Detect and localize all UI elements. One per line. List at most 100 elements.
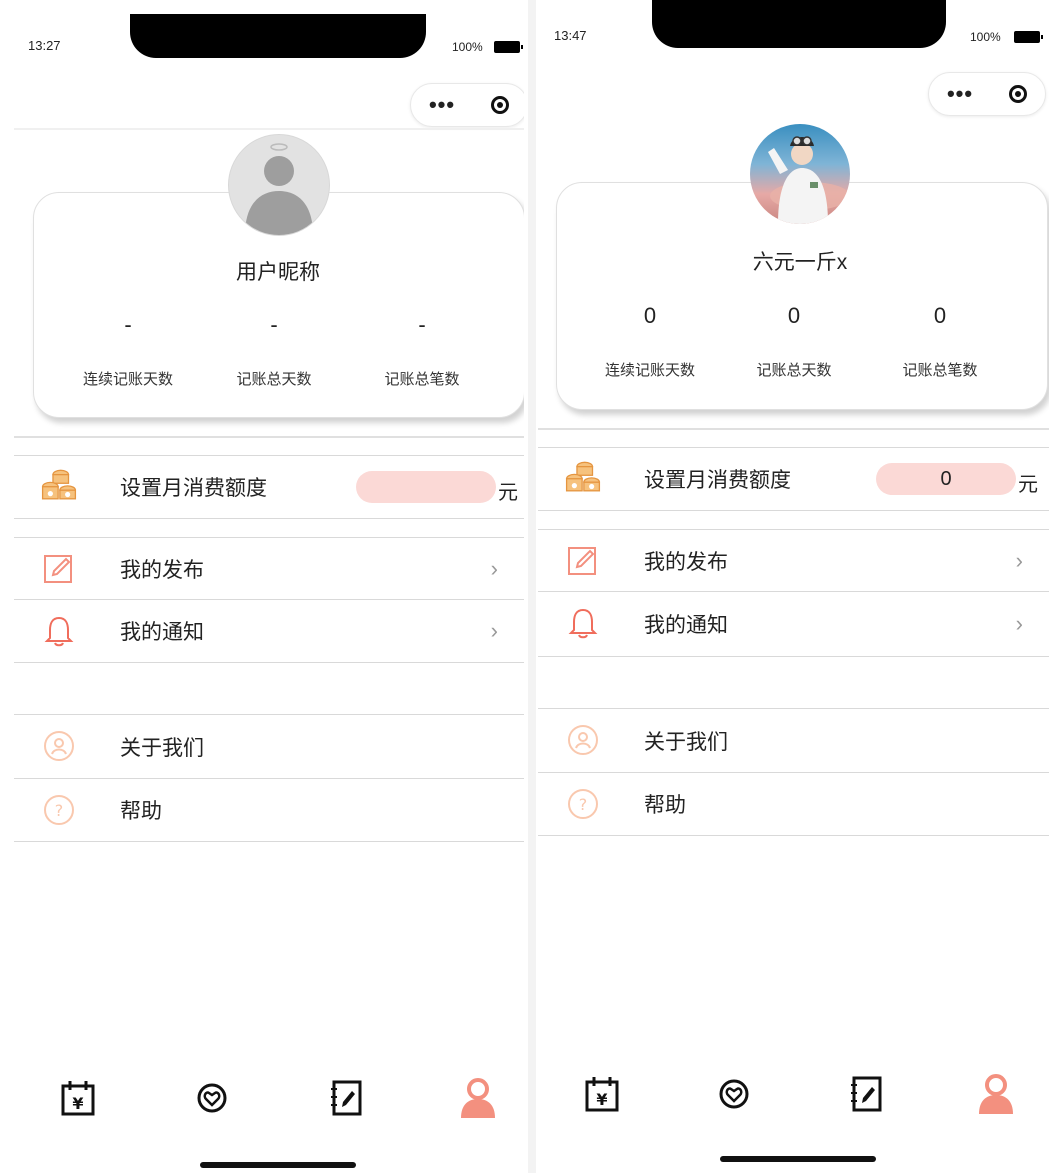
tab-favorites[interactable]	[190, 1074, 234, 1122]
menu-item-label: 帮助	[120, 800, 162, 823]
stat-total-days-value: 0	[787, 303, 801, 328]
tab-bar: ¥	[538, 1070, 1049, 1120]
nickname: 用户昵称	[236, 261, 320, 284]
tab-calendar[interactable]: ¥	[56, 1074, 100, 1122]
stat-total-days-label: 记账总天数	[756, 362, 832, 379]
stat-consecutive-label: 连续记账天数	[604, 362, 695, 379]
user-icon	[979, 1074, 1013, 1114]
default-avatar-icon	[245, 143, 313, 235]
menu-item-label: 帮助	[644, 794, 686, 817]
edit-icon	[564, 542, 602, 580]
miniprogram-capsule: •••	[928, 72, 1046, 116]
menu-item-about[interactable]: 关于我们	[538, 708, 1049, 773]
svg-text:?: ?	[55, 801, 64, 820]
budget-label: 设置月消费额度	[644, 469, 791, 492]
menu-item-label: 我的通知	[120, 621, 204, 644]
chevron-right-icon: ›	[1015, 611, 1023, 636]
note-edit-icon	[851, 1076, 882, 1112]
notch	[652, 0, 946, 48]
menu-item-my-posts[interactable]: 我的发布 ›	[14, 537, 524, 600]
stat-total-count-label: 记账总笔数	[384, 371, 460, 388]
coins-icon	[40, 466, 78, 504]
status-time: 13:27	[28, 38, 61, 53]
close-target-icon[interactable]	[1009, 85, 1028, 103]
svg-text:¥: ¥	[596, 1090, 607, 1109]
budget-input[interactable]: 0	[876, 463, 1016, 495]
nickname: 六元一斤x	[752, 251, 848, 274]
calendar-yen-icon: ¥	[61, 1081, 95, 1116]
menu-item-label: 我的发布	[120, 559, 204, 582]
menu-item-about[interactable]: 关于我们	[14, 714, 524, 779]
tab-calendar[interactable]: ¥	[580, 1070, 624, 1118]
help-circle-icon: ?	[564, 785, 602, 823]
chevron-right-icon: ›	[490, 556, 498, 581]
menu-item-label: 关于我们	[644, 731, 728, 754]
stat-total-days-value: -	[270, 312, 278, 337]
menu-item-label: 我的通知	[644, 614, 728, 637]
tab-profile[interactable]	[974, 1070, 1018, 1118]
stat-total-days-label: 记账总天数	[236, 371, 312, 388]
stat-consecutive-label: 连续记账天数	[82, 371, 173, 388]
budget-unit: 元	[498, 482, 518, 504]
budget-row: 设置月消费额度 0 元	[538, 447, 1049, 511]
home-indicator	[720, 1156, 876, 1162]
menu-item-notifications[interactable]: 我的通知 ›	[538, 591, 1049, 657]
calendar-yen-icon: ¥	[585, 1077, 619, 1112]
tab-notes[interactable]	[844, 1070, 888, 1118]
screens-gap	[528, 0, 536, 1173]
status-battery: 100%	[452, 40, 483, 54]
user-circle-icon	[564, 721, 602, 759]
user-avatar[interactable]	[750, 124, 850, 224]
chevron-right-icon: ›	[1015, 548, 1023, 573]
budget-unit: 元	[1018, 474, 1038, 496]
stat-consecutive-value: -	[124, 312, 132, 337]
note-edit-icon	[331, 1080, 362, 1116]
stat-total-count-label: 记账总笔数	[902, 362, 978, 379]
menu-item-notifications[interactable]: 我的通知 ›	[14, 599, 524, 663]
user-icon	[461, 1078, 495, 1118]
tab-bar: ¥	[0, 1074, 524, 1124]
budget-row: 设置月消费额度 元	[14, 455, 524, 519]
notch	[130, 14, 426, 58]
stat-total-count-value: -	[418, 312, 426, 337]
tab-profile[interactable]	[456, 1074, 500, 1122]
more-icon[interactable]: •••	[429, 94, 455, 116]
stat-consecutive-value: 0	[643, 303, 657, 328]
chevron-right-icon: ›	[490, 618, 498, 643]
help-circle-icon: ?	[40, 791, 78, 829]
battery-icon	[1014, 31, 1043, 43]
header-divider	[14, 128, 524, 130]
miniprogram-capsule: •••	[410, 83, 524, 127]
coins-icon	[564, 458, 602, 496]
tab-favorites[interactable]	[712, 1070, 756, 1118]
status-time: 13:47	[554, 28, 587, 43]
heart-chat-icon	[197, 1083, 227, 1113]
svg-text:?: ?	[579, 795, 588, 814]
tab-notes[interactable]	[324, 1074, 368, 1122]
user-circle-icon	[40, 727, 78, 765]
menu-item-help[interactable]: ? 帮助	[538, 772, 1049, 836]
bell-icon	[564, 604, 602, 642]
budget-input[interactable]	[356, 471, 496, 503]
more-icon[interactable]: •••	[947, 83, 973, 105]
status-battery: 100%	[970, 30, 1001, 44]
section-divider	[14, 436, 524, 438]
menu-item-help[interactable]: ? 帮助	[14, 778, 524, 842]
stat-total-count-value: 0	[933, 303, 947, 328]
edit-icon	[40, 550, 78, 588]
budget-label: 设置月消费额度	[120, 477, 267, 500]
section-divider	[538, 428, 1049, 430]
phone-screen-left: 13:27 100% ••• 用户昵称 - - - 连续记账天数 记账总天数 记…	[0, 0, 524, 1173]
svg-text:¥: ¥	[72, 1094, 83, 1113]
menu-item-label: 我的发布	[644, 551, 728, 574]
menu-item-my-posts[interactable]: 我的发布 ›	[538, 529, 1049, 592]
phone-screen-right: 13:47 100% ••• 六元一斤x 0 0 0 连续记账天数 记账总天数 …	[538, 0, 1049, 1173]
avatar-image	[768, 136, 850, 224]
bell-icon	[40, 612, 78, 650]
home-indicator	[200, 1162, 356, 1168]
avatar-placeholder[interactable]	[228, 134, 330, 236]
menu-item-label: 关于我们	[120, 737, 204, 760]
close-target-icon[interactable]	[491, 96, 510, 114]
heart-chat-icon	[719, 1079, 749, 1109]
battery-icon	[494, 41, 523, 53]
